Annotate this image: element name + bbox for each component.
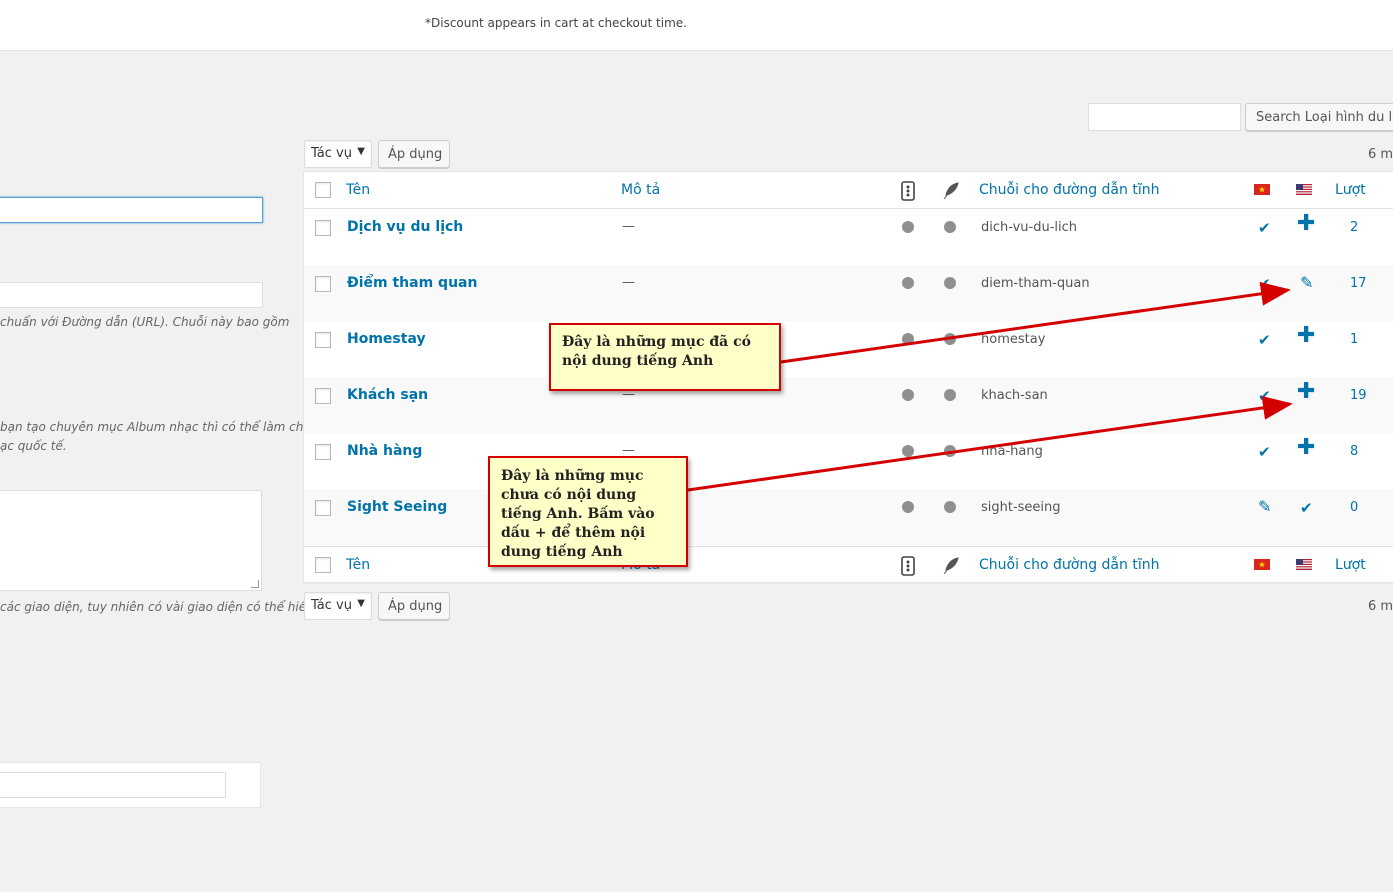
callout-translated: Đây là những mục đã có nội dung tiếng An…	[549, 323, 781, 391]
arrow-to-plus-icon	[687, 395, 1293, 492]
arrow-to-pencil-icon	[780, 281, 1291, 364]
callout-untranslated: Đây là những mục chưa có nội dung tiếng …	[488, 456, 688, 567]
annotation-arrows	[687, 281, 1293, 492]
